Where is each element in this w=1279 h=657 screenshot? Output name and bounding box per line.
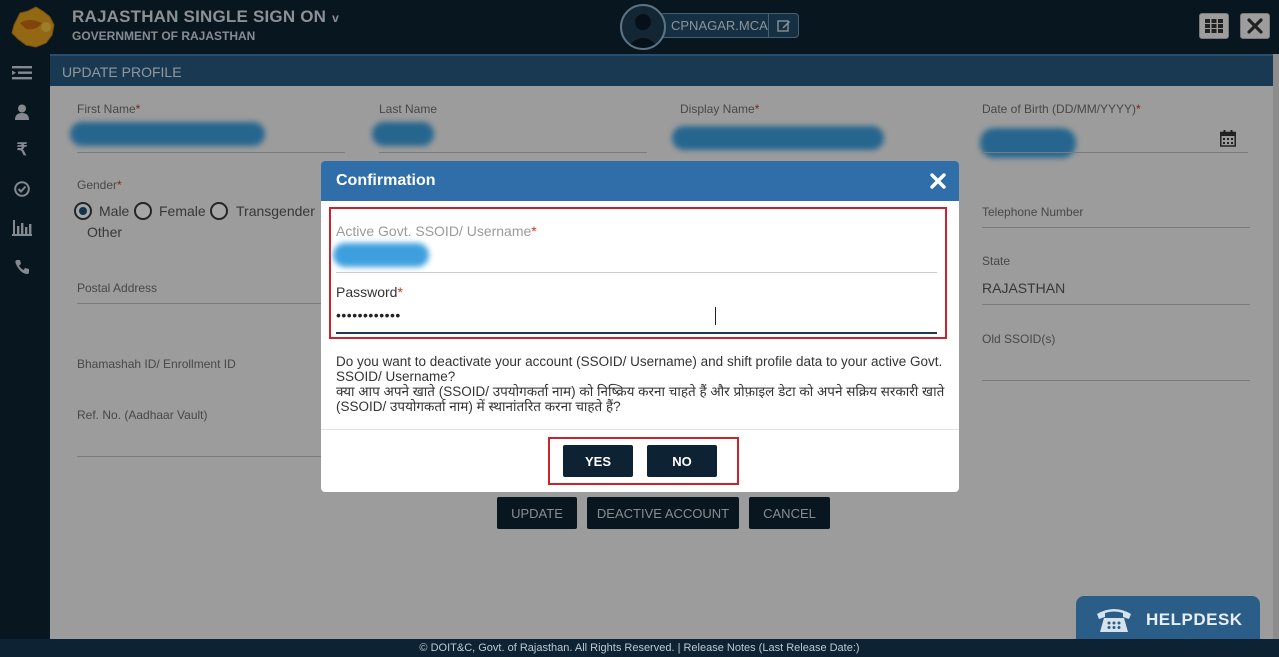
- message-hindi: क्या आप अपने खाते (SSOID/ उपयोगकर्ता नाम…: [336, 384, 945, 414]
- dialog-divider: [321, 429, 959, 430]
- telephone-icon: [1094, 604, 1134, 634]
- dialog-title: Confirmation: [336, 172, 436, 189]
- confirmation-message: Do you want to deactivate your account (…: [336, 354, 946, 414]
- ssoid-input[interactable]: [336, 272, 937, 273]
- message-english: Do you want to deactivate your account (…: [336, 354, 943, 384]
- confirmation-dialog: Confirmation Active Govt. SSOID/ Usernam…: [321, 161, 959, 492]
- yes-button[interactable]: YES: [563, 445, 633, 477]
- password-value[interactable]: ••••••••••••: [336, 307, 401, 323]
- helpdesk-button[interactable]: HELPDESK: [1076, 596, 1260, 643]
- footer-text[interactable]: © DOIT&C, Govt. of Rajasthan. All Rights…: [419, 642, 859, 654]
- dialog-header: Confirmation: [321, 161, 959, 201]
- password-input[interactable]: [336, 332, 937, 334]
- password-label: Password*: [336, 284, 403, 300]
- close-icon[interactable]: [927, 170, 949, 192]
- helpdesk-label: HELPDESK: [1146, 610, 1243, 629]
- ssoid-label: Active Govt. SSOID/ Username*: [336, 223, 537, 239]
- ssoid-value-redacted: [333, 243, 429, 267]
- no-button[interactable]: NO: [647, 445, 717, 477]
- footer: © DOIT&C, Govt. of Rajasthan. All Rights…: [0, 639, 1279, 657]
- text-cursor: [715, 307, 716, 325]
